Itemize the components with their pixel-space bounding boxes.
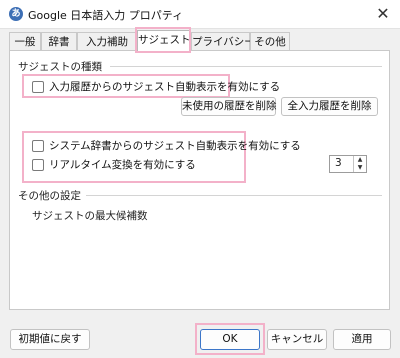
- suggest-types-group-title: サジェストの種類: [18, 61, 102, 73]
- chevron-down-icon[interactable]: ▼: [354, 164, 366, 172]
- checkbox-label: システム辞書からのサジェスト自動表示を有効にする: [49, 140, 301, 152]
- checkbox-box[interactable]: [32, 158, 44, 171]
- tab-general[interactable]: 一般: [9, 32, 41, 50]
- checkbox-box[interactable]: [32, 80, 44, 93]
- chevron-up-icon[interactable]: ▲: [354, 156, 366, 164]
- tab-input-assist[interactable]: 入力補助: [77, 32, 137, 50]
- window-title: Google 日本語入力 プロパティ: [28, 9, 184, 22]
- group-divider: [86, 195, 382, 196]
- google-ime-icon: あ: [9, 7, 23, 21]
- apply-button[interactable]: 適用: [333, 329, 391, 350]
- suggest-panel: サジェストの種類 入力履歴からのサジェスト自動表示を有効にする 未使用の履歴を削…: [9, 50, 390, 310]
- realtime-conversion-checkbox[interactable]: リアルタイム変換を有効にする: [32, 157, 196, 173]
- checkbox-label: リアルタイム変換を有効にする: [49, 159, 196, 171]
- close-icon[interactable]: ✕: [372, 3, 394, 25]
- dialog-footer: 初期値に戻す OK キャンセル 適用: [0, 310, 400, 358]
- spinbox-arrows: ▲ ▼: [353, 156, 366, 172]
- checkbox-box[interactable]: [32, 139, 44, 152]
- checkbox-label: 入力履歴からのサジェスト自動表示を有効にする: [49, 81, 281, 93]
- history-suggest-checkbox[interactable]: 入力履歴からのサジェスト自動表示を有効にする: [32, 79, 280, 95]
- max-candidates-label: サジェストの最大候補数: [32, 210, 148, 222]
- tab-suggest-highlight: [135, 27, 191, 53]
- tab-dictionary[interactable]: 辞書: [41, 32, 77, 50]
- title-bar: あ Google 日本語入力 プロパティ ✕: [0, 0, 400, 29]
- delete-unused-history-button[interactable]: 未使用の履歴を削除: [181, 97, 277, 116]
- other-settings-group-title: その他の設定: [18, 190, 81, 202]
- group-divider: [110, 66, 382, 67]
- spinbox-value[interactable]: 3: [335, 157, 342, 169]
- max-candidates-spinbox[interactable]: 3 ▲ ▼: [329, 155, 367, 173]
- tab-privacy[interactable]: プライバシー: [191, 32, 255, 50]
- reset-defaults-button[interactable]: 初期値に戻す: [10, 329, 90, 350]
- properties-dialog: あ Google 日本語入力 プロパティ ✕ 一般 辞書 入力補助 サジェスト …: [0, 0, 400, 358]
- tab-other[interactable]: その他: [250, 32, 290, 50]
- cancel-button[interactable]: キャンセル: [267, 329, 327, 350]
- system-dict-suggest-checkbox[interactable]: システム辞書からのサジェスト自動表示を有効にする: [32, 138, 301, 154]
- delete-all-history-button[interactable]: 全入力履歴を削除: [281, 97, 378, 116]
- ok-button[interactable]: OK: [200, 329, 260, 350]
